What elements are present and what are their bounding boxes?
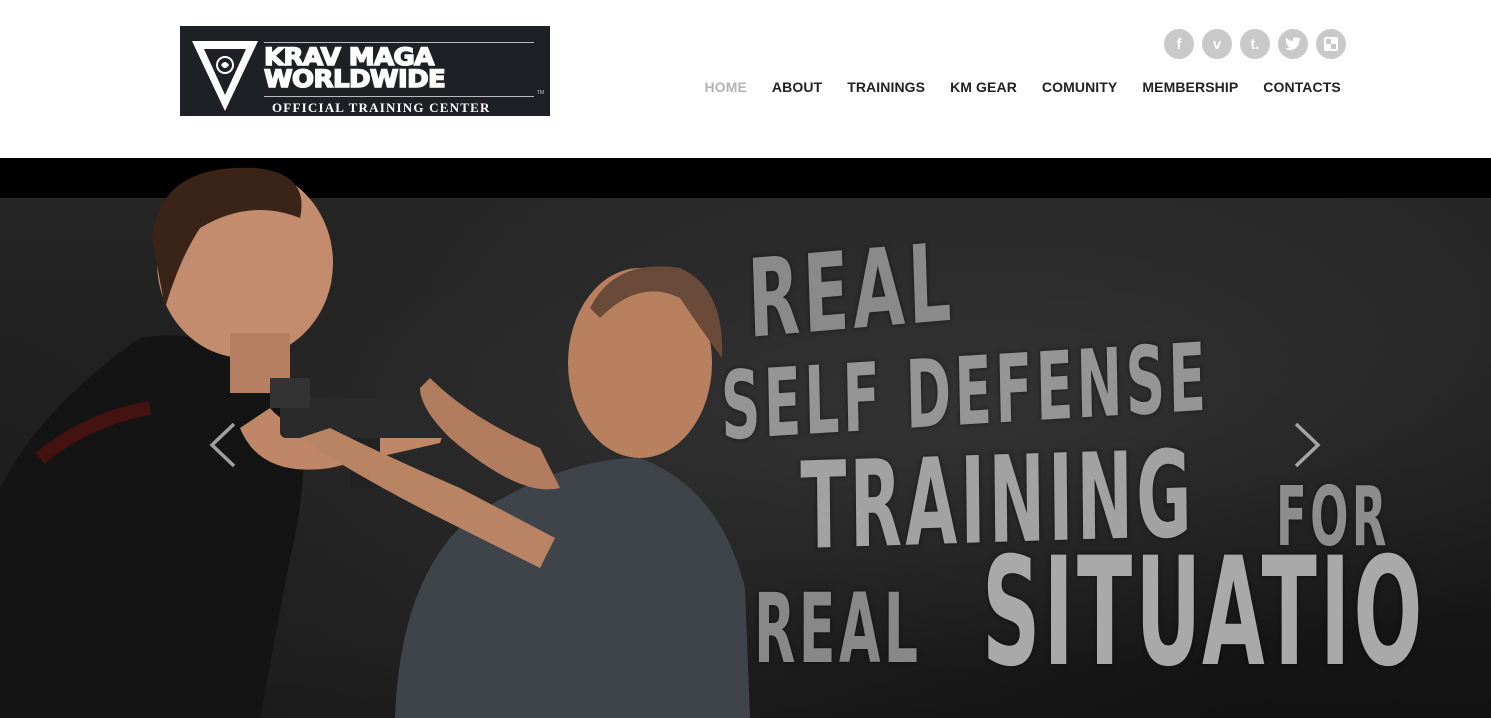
site-logo[interactable]: KRAV MAGA WORLDWIDE TM OFFICIAL TRAINING… <box>180 26 550 116</box>
facebook-icon[interactable]: f <box>1164 29 1194 59</box>
logo-trademark: TM <box>536 90 544 96</box>
social-links: f v t. <box>1164 29 1346 59</box>
logo-rule-bottom <box>264 96 534 97</box>
flickr-icon[interactable] <box>1316 29 1346 59</box>
twitter-bird-icon <box>1285 37 1301 51</box>
chevron-right-icon[interactable] <box>1292 420 1322 470</box>
site-header: KRAV MAGA WORLDWIDE TM OFFICIAL TRAINING… <box>0 0 1491 158</box>
nav-comunity[interactable]: COMUNITY <box>1029 76 1129 98</box>
vimeo-icon[interactable]: v <box>1202 29 1232 59</box>
hero-slider: REAL SELF DEFENSE TRAINING FOR REAL SITU… <box>0 158 1491 718</box>
logo-emblem-icon <box>192 41 258 111</box>
nav-km-gear[interactable]: KM GEAR <box>938 76 1030 98</box>
nav-trainings[interactable]: TRAININGS <box>835 76 938 98</box>
slide-photo-people <box>0 167 750 718</box>
nav-contacts[interactable]: CONTACTS <box>1251 76 1354 98</box>
flickr-squares-icon <box>1324 37 1338 51</box>
logo-line-2: WORLDWIDE <box>263 65 446 93</box>
headline-situation: SITUATIO <box>982 526 1426 700</box>
nav-about[interactable]: ABOUT <box>759 76 834 98</box>
nav-membership[interactable]: MEMBERSHIP <box>1130 76 1251 98</box>
nav-home[interactable]: HOME <box>692 76 759 98</box>
chevron-left-icon[interactable] <box>208 420 238 470</box>
tumblr-icon[interactable]: t. <box>1240 29 1270 59</box>
twitter-icon[interactable] <box>1278 29 1308 59</box>
logo-subtitle: OFFICIAL TRAINING CENTER <box>272 100 491 115</box>
main-nav: HOME ABOUT TRAININGS KM GEAR COMUNITY ME… <box>692 76 1353 98</box>
logo-brand: KRAV MAGA WORLDWIDE <box>263 44 540 92</box>
